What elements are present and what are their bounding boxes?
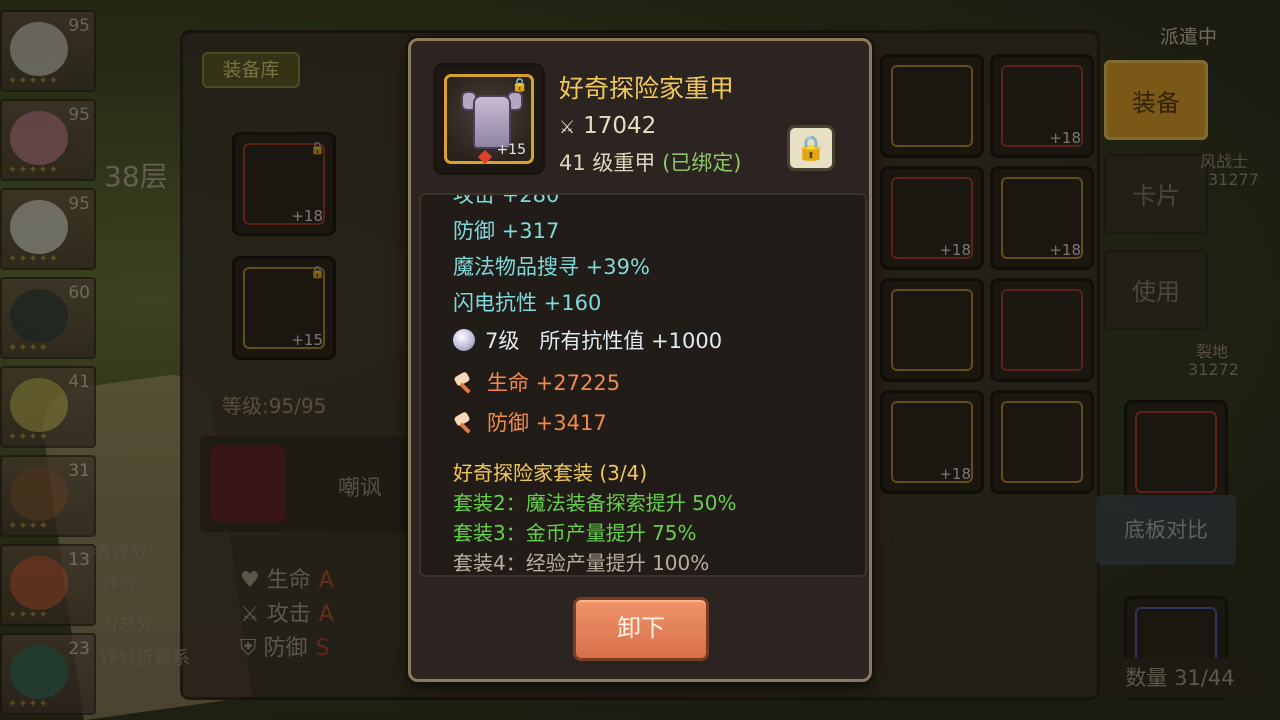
set-title: 好奇探险家套装 (3/4) [453,461,648,485]
item-name: 好奇探险家重甲 [559,74,735,103]
gem-bonus: 所有抗性值 +1000 [539,329,723,353]
item-power-value: 17042 [583,113,657,139]
forge-attribute-text: 防御 +3417 [487,411,607,435]
unequip-button[interactable]: 卸下 [573,597,709,661]
lock-toggle-button[interactable]: 🔒 [787,125,835,171]
gem-icon [453,329,475,351]
bound-status: (已绑定) [662,151,742,175]
attribute-list[interactable]: 攻击 +280 防御 +317 魔法物品搜寻 +39% 闪电抗性 +160 7级… [419,193,867,577]
gem-level: 7级 [485,329,520,353]
item-power: ⚔ 17042 [559,113,656,139]
crossed-swords-icon: ⚔ [559,117,576,138]
forge-attribute-text: 生命 +27225 [487,371,621,395]
item-level-text: 41 级重甲 [559,151,656,175]
attribute-line: 闪电抗性 +160 [453,291,602,315]
attribute-line: 防御 +317 [453,219,560,243]
item-enhance-level: +15 [496,142,526,158]
forge-attribute: 防御 +3417 [453,407,607,437]
lock-icon: 🔒 [511,78,528,93]
item-level-type: 41 级重甲 (已绑定) [559,147,741,177]
forge-attribute: 生命 +27225 [453,367,620,397]
set-bonus-line: 套装2：魔法装备探索提升 50% [453,491,737,515]
item-detail-popup: 🔒 +15 好奇探险家重甲 ⚔ 17042 41 级重甲 (已绑定) 🔒 攻击 +… [408,38,872,682]
hammer-icon [453,372,477,394]
padlock-icon: 🔒 [796,134,826,162]
attribute-line: 魔法物品搜寻 +39% [453,255,650,279]
attribute-line: 攻击 +280 [453,193,560,207]
hammer-icon [453,412,477,434]
set-bonus-line: 套装4：经验产量提升 100% [453,551,710,575]
set-bonus-line: 套装3：金币产量提升 75% [453,521,697,545]
armor-icon [473,95,511,149]
item-icon-frame: 🔒 +15 [433,63,545,175]
gem-attribute: 7级 所有抗性值 +1000 [453,325,722,355]
